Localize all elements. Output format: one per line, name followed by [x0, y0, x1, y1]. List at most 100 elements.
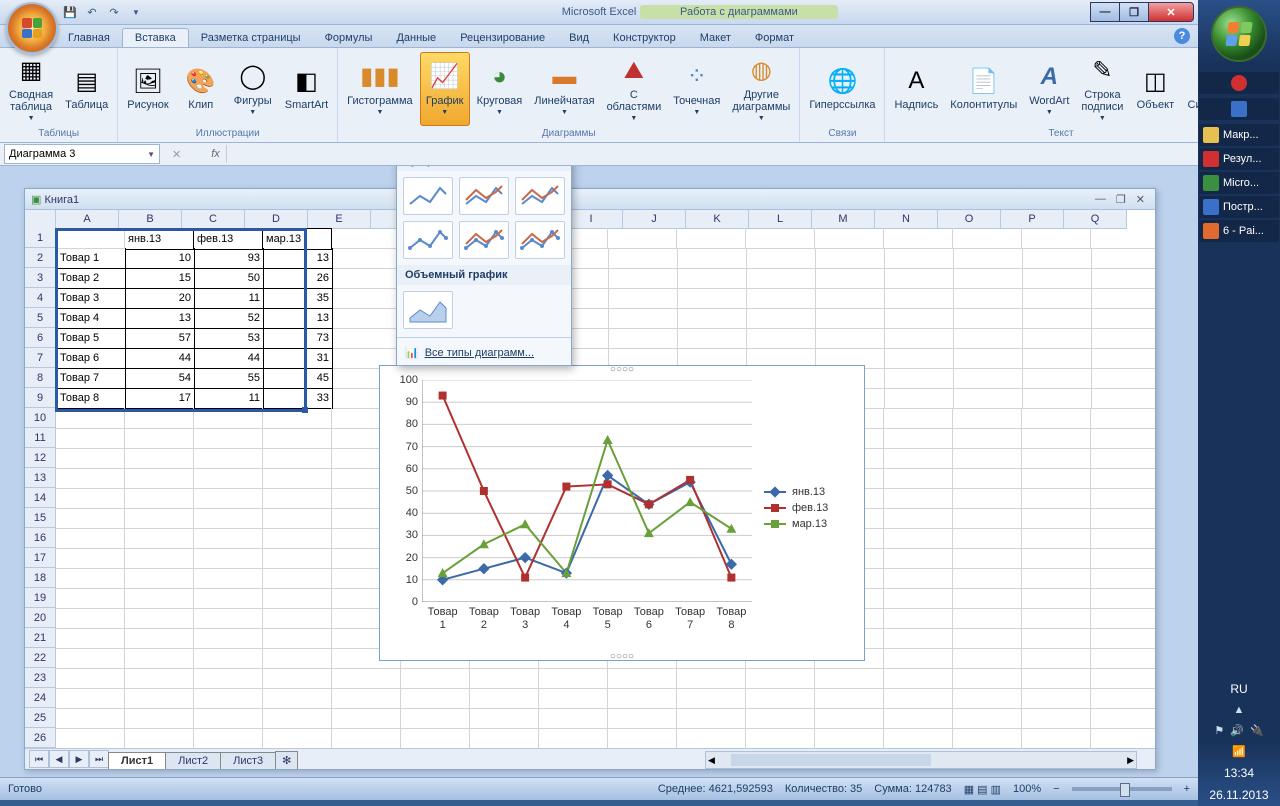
- cell[interactable]: [194, 688, 263, 709]
- formula-input[interactable]: [226, 145, 1198, 163]
- cell[interactable]: [332, 728, 401, 748]
- cell[interactable]: 11: [195, 288, 264, 309]
- cell[interactable]: [194, 728, 263, 748]
- cell[interactable]: Товар 6: [56, 348, 126, 369]
- clipart-button[interactable]: 🎨Клип: [176, 52, 226, 126]
- view-buttons[interactable]: ▦ ▤ ▥: [964, 783, 1001, 796]
- cell[interactable]: [885, 268, 954, 289]
- cell[interactable]: [746, 708, 815, 729]
- cell[interactable]: 52: [195, 308, 264, 329]
- office-button[interactable]: [6, 2, 58, 54]
- cell[interactable]: [125, 488, 194, 509]
- shapes-button[interactable]: ◯Фигуры▼: [228, 52, 278, 126]
- row-header[interactable]: 5: [25, 308, 56, 328]
- name-box[interactable]: Диаграмма 3▼: [4, 144, 160, 164]
- cell[interactable]: [953, 688, 1022, 709]
- cell[interactable]: [194, 508, 263, 529]
- cell[interactable]: [608, 728, 677, 748]
- cell[interactable]: [954, 308, 1023, 329]
- flag-icon[interactable]: ⚑: [1214, 724, 1224, 737]
- row-header[interactable]: 16: [25, 528, 56, 548]
- cell[interactable]: [1091, 468, 1155, 489]
- cell[interactable]: [953, 228, 1022, 249]
- cell[interactable]: [194, 708, 263, 729]
- cell[interactable]: [194, 668, 263, 689]
- row-header[interactable]: 18: [25, 568, 56, 588]
- cell[interactable]: 13: [126, 308, 195, 329]
- cell[interactable]: [1023, 388, 1092, 409]
- column-header[interactable]: Q: [1064, 210, 1127, 229]
- cell[interactable]: [539, 728, 608, 748]
- cell[interactable]: [1091, 628, 1155, 649]
- cell[interactable]: [333, 328, 402, 349]
- cell[interactable]: 44: [195, 348, 264, 369]
- cell[interactable]: [885, 328, 954, 349]
- cell[interactable]: 44: [126, 348, 195, 369]
- cell[interactable]: [747, 248, 816, 269]
- cell[interactable]: [1092, 328, 1155, 349]
- cell[interactable]: [953, 428, 1022, 449]
- volume-icon[interactable]: 🔊: [1230, 724, 1244, 737]
- cell[interactable]: [56, 408, 125, 429]
- cell[interactable]: [747, 308, 816, 329]
- scatter-chart-button[interactable]: ⁘Точечная▼: [668, 52, 725, 126]
- new-sheet-button[interactable]: ✻: [275, 751, 298, 769]
- cell[interactable]: [953, 608, 1022, 629]
- row-header[interactable]: 4: [25, 288, 56, 308]
- pie-chart-button[interactable]: ◕Круговая▼: [472, 52, 528, 126]
- cell[interactable]: [1091, 448, 1155, 469]
- textbox-button[interactable]: AНадпись: [889, 52, 943, 126]
- row-header[interactable]: 23: [25, 668, 56, 688]
- cell[interactable]: [609, 308, 678, 329]
- cell[interactable]: [333, 268, 402, 289]
- cell[interactable]: 55: [195, 368, 264, 389]
- cell[interactable]: [56, 708, 125, 729]
- cell[interactable]: [884, 728, 953, 748]
- cell[interactable]: [677, 668, 746, 689]
- cell[interactable]: Товар 1: [56, 248, 126, 269]
- cell[interactable]: [954, 388, 1023, 409]
- cell[interactable]: [194, 488, 263, 509]
- cell[interactable]: [1091, 728, 1155, 748]
- wb-close-button[interactable]: ✕: [1136, 193, 1145, 206]
- cell[interactable]: [953, 548, 1022, 569]
- row-header[interactable]: 17: [25, 548, 56, 568]
- cell[interactable]: [125, 648, 194, 669]
- cell[interactable]: [954, 328, 1023, 349]
- help-icon[interactable]: ?: [1174, 28, 1190, 44]
- cancel-icon[interactable]: ✕: [172, 148, 181, 161]
- cell[interactable]: 11: [195, 388, 264, 409]
- cell[interactable]: [885, 248, 954, 269]
- cell[interactable]: [1091, 548, 1155, 569]
- tab-insert[interactable]: Вставка: [122, 28, 189, 47]
- cell[interactable]: [678, 288, 747, 309]
- wordart-button[interactable]: AWordArt▼: [1024, 52, 1074, 126]
- chart-type-option[interactable]: [459, 177, 509, 215]
- cell[interactable]: [470, 688, 539, 709]
- cell[interactable]: 17: [126, 388, 195, 409]
- cell[interactable]: [609, 248, 678, 269]
- cell[interactable]: [1091, 568, 1155, 589]
- cell[interactable]: [263, 468, 332, 489]
- row-header[interactable]: 14: [25, 488, 56, 508]
- cell[interactable]: [678, 328, 747, 349]
- cell[interactable]: [56, 608, 125, 629]
- cell[interactable]: [1091, 608, 1155, 629]
- column-header[interactable]: L: [749, 210, 812, 229]
- cell[interactable]: [1022, 608, 1091, 629]
- cell[interactable]: [1091, 228, 1155, 249]
- cell[interactable]: [125, 568, 194, 589]
- cell[interactable]: [263, 568, 332, 589]
- cell[interactable]: [746, 228, 815, 249]
- cell[interactable]: [608, 708, 677, 729]
- cell[interactable]: [884, 508, 953, 529]
- cell[interactable]: [263, 488, 332, 509]
- cell[interactable]: [746, 688, 815, 709]
- row-header[interactable]: 13: [25, 468, 56, 488]
- sheet-tab-1[interactable]: Лист1: [108, 752, 166, 769]
- cell[interactable]: [747, 268, 816, 289]
- cell[interactable]: [747, 328, 816, 349]
- redo-icon[interactable]: ↷: [104, 3, 124, 21]
- cell[interactable]: [125, 588, 194, 609]
- cell[interactable]: [953, 528, 1022, 549]
